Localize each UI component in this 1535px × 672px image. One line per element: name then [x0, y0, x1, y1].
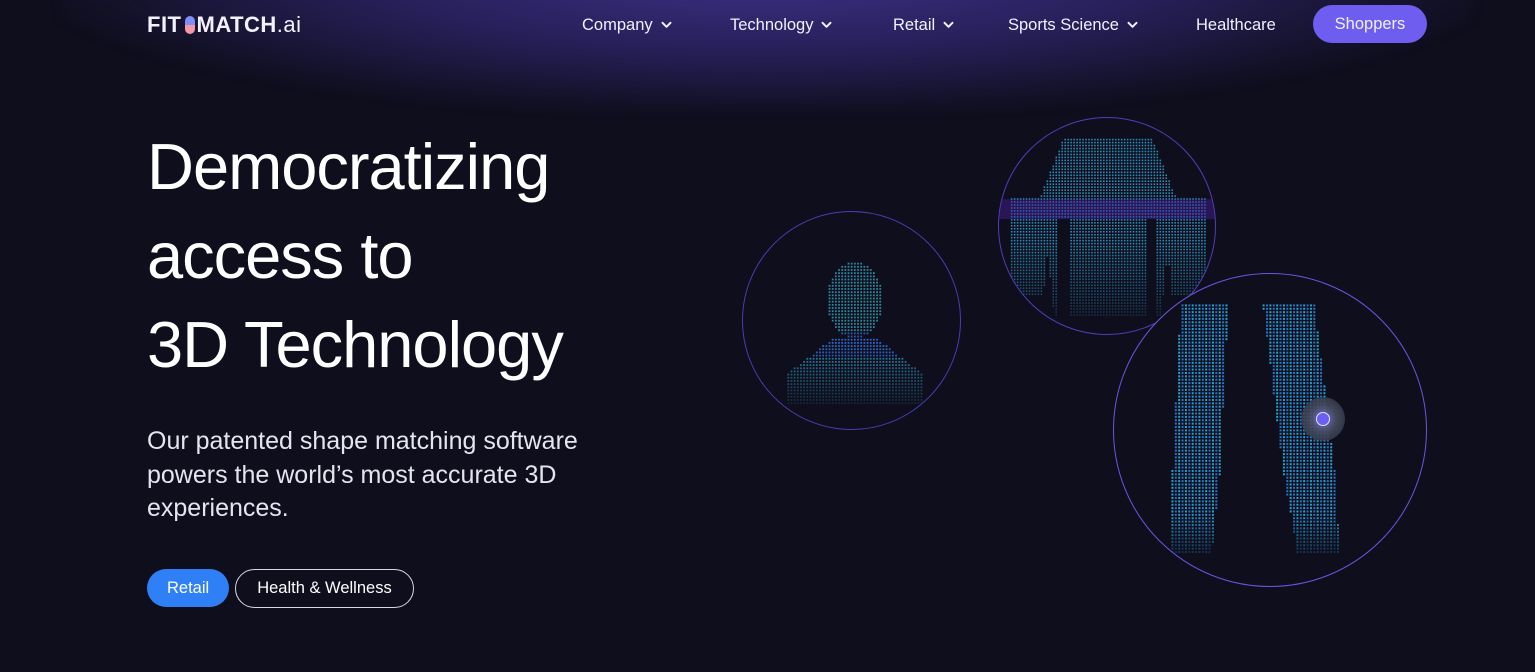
hero-title-line: access to	[147, 219, 414, 292]
hero-title-line: 3D Technology	[147, 308, 564, 381]
legs-scan-circle	[1113, 273, 1427, 587]
head-scan-image	[787, 262, 923, 405]
legs-scan-image	[1171, 304, 1339, 554]
logo-mark-icon	[184, 16, 195, 34]
nav-item-label: Sports Science	[1008, 15, 1119, 34]
logo-text-fit: FIT	[147, 12, 182, 37]
nav-item-healthcare[interactable]: Healthcare	[1196, 13, 1276, 37]
logo-text-match: MATCH	[196, 12, 277, 37]
health-wellness-button[interactable]: Health & Wellness	[235, 569, 414, 608]
nav-item-label: Technology	[730, 15, 814, 34]
retail-button[interactable]: Retail	[147, 569, 230, 607]
chevron-down-icon	[943, 21, 954, 28]
chevron-down-icon	[661, 21, 672, 28]
torso-scan-image	[999, 138, 1215, 316]
hero-subtitle: Our patented shape matching software pow…	[147, 427, 578, 522]
hero-cta-row: Retail Health & Wellness	[147, 569, 414, 608]
nav-item-label: Retail	[893, 15, 936, 34]
hero-title: Democratizing access to 3D Technology	[147, 122, 564, 389]
logo-text-suffix: .ai	[276, 12, 302, 37]
landing-page: FIT MATCH .ai Company Technology Retail …	[0, 0, 1535, 672]
navbar: FIT MATCH .ai Company Technology Retail …	[0, 0, 1535, 50]
shoppers-button[interactable]: Shoppers	[1313, 5, 1427, 43]
nav-item-sports-science[interactable]: Sports Science	[1008, 13, 1138, 37]
hotspot-marker-icon	[1316, 412, 1330, 426]
nav-item-label: Healthcare	[1196, 15, 1276, 34]
head-scan-circle	[742, 211, 961, 430]
nav-item-label: Company	[582, 15, 653, 34]
chevron-down-icon	[1127, 21, 1138, 28]
logo[interactable]: FIT MATCH .ai	[147, 11, 302, 39]
hero-title-line: Democratizing	[147, 130, 550, 203]
nav-item-retail[interactable]: Retail	[893, 13, 954, 37]
chevron-down-icon	[821, 21, 832, 28]
nav-item-technology[interactable]: Technology	[730, 13, 832, 37]
nav-item-company[interactable]: Company	[582, 13, 672, 37]
torso-scan-circle	[998, 117, 1216, 335]
hotspot-marker[interactable]	[1301, 397, 1345, 441]
